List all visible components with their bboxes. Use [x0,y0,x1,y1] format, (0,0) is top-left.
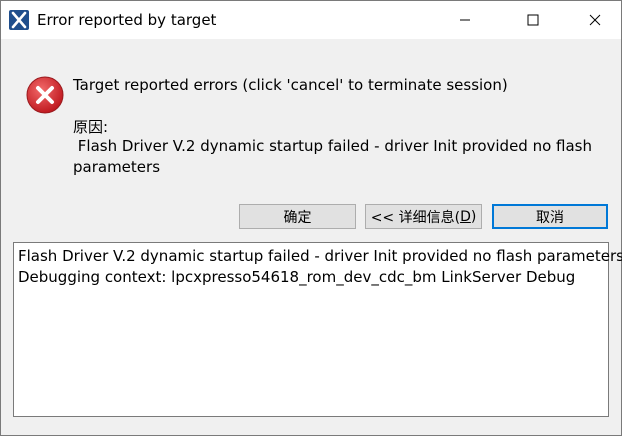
cancel-button[interactable]: 取消 [492,204,608,229]
maximize-icon [527,14,539,26]
details-button[interactable]: << 详细信息(D) [365,204,482,229]
reason-label: 原因: [73,118,109,136]
ok-button-label: 确定 [283,209,312,226]
reason-text: Flash Driver V.2 dynamic startup failed … [73,137,597,176]
details-button-mnemonic: D [460,208,471,225]
x-app-icon [9,10,29,30]
close-button[interactable] [572,1,618,39]
details-line: Flash Driver V.2 dynamic startup failed … [18,247,622,265]
minimize-icon [460,19,470,21]
window-title: Error reported by target [37,11,217,29]
details-button-prefix: << 详细信息( [370,209,461,226]
error-dialog: Error reported by target Target reported… [0,0,622,436]
details-line: Debugging context: lpcxpresso54618_rom_d… [18,268,576,286]
details-text-area[interactable]: Flash Driver V.2 dynamic startup failed … [13,242,622,417]
error-icon [25,75,65,115]
title-bar[interactable]: Error reported by target [1,1,621,39]
ok-button[interactable]: 确定 [239,204,356,229]
minimize-button[interactable] [442,1,488,39]
close-icon [589,14,601,26]
cancel-button-label: 取消 [536,209,564,226]
maximize-button[interactable] [510,1,556,39]
error-message: Target reported errors (click 'cancel' t… [73,76,508,94]
details-button-suffix: ) [470,208,477,225]
